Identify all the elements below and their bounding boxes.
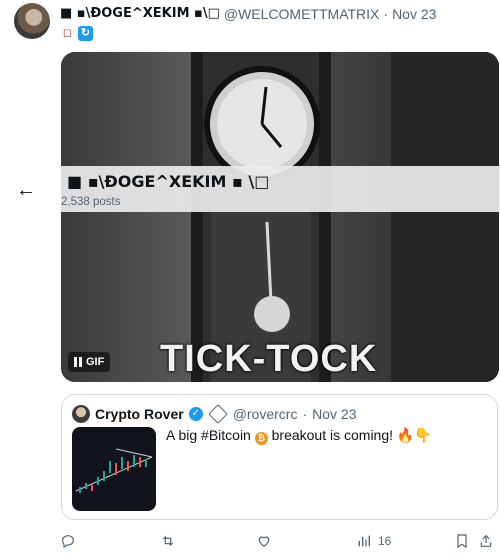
repost-icon[interactable] (160, 533, 176, 549)
gif-media[interactable] (61, 52, 499, 382)
quoted-handle[interactable]: @rovercrc (233, 406, 298, 422)
gif-label: GIF (86, 356, 105, 368)
bookmark-button[interactable] (454, 530, 470, 552)
avatar[interactable] (14, 3, 50, 39)
quoted-display-name[interactable]: Crypto Rover (95, 406, 184, 422)
tweet-date[interactable]: Nov 23 (392, 5, 436, 23)
views-icon[interactable] (356, 533, 372, 549)
display-name[interactable]: ■ ▪\ĐOGE^XEKIM ▪\□ (60, 5, 220, 23)
gif-controls[interactable]: GIF (68, 352, 111, 372)
reply-icon[interactable] (60, 533, 76, 549)
reply-button[interactable] (60, 530, 76, 552)
pause-icon[interactable] (74, 357, 82, 367)
quoted-author-row: Crypto Rover ✓ @rovercrc · Nov 23 (72, 404, 357, 424)
verified-badge-icon: ✓ (188, 407, 203, 421)
views-button[interactable]: 16 (356, 530, 391, 552)
gif-caption: TICK-TOCK (160, 338, 378, 380)
tweet-actions: 16 (60, 530, 500, 552)
profile-sticky-header: ■ ▪\ĐOGE^XEKIM ▪ \□ 2,538 posts (61, 166, 500, 212)
post-count: 2,538 posts (61, 196, 121, 208)
like-icon[interactable] (256, 533, 272, 549)
quoted-text-start: A big #Bitcoin (166, 427, 251, 443)
views-count: 16 (378, 534, 392, 548)
separator-dot: · (383, 6, 389, 22)
separator-dot: · (302, 406, 308, 422)
affiliate-badge-icon (207, 404, 228, 424)
repost-button[interactable] (160, 530, 176, 552)
bookmark-icon[interactable] (454, 533, 470, 549)
tweet-header: ■ ▪\ĐOGE^XEKIM ▪\□ @WELCOMETTMATRIX · No… (0, 0, 500, 48)
user-handle[interactable]: @WELCOMETTMATRIX (224, 5, 380, 23)
repost-badge-icon: ↻ (78, 26, 93, 41)
quoted-chart-thumbnail[interactable] (72, 427, 156, 511)
clock-gif-image (61, 52, 499, 382)
tweet-author-row: ■ ▪\ĐOGE^XEKIM ▪\□ @WELCOMETTMATRIX · No… (60, 5, 436, 23)
profile-name: ■ ▪\ĐOGE^XEKIM ▪ \□ (67, 172, 270, 191)
share-button[interactable] (478, 530, 494, 552)
bitcoin-icon: ₿ (254, 432, 268, 445)
back-arrow-icon[interactable]: ← (16, 180, 36, 200)
quoted-tweet-text: A big #Bitcoin ₿ breakout is coming! 🔥👇 (166, 427, 432, 445)
quoted-tweet[interactable]: Crypto Rover ✓ @rovercrc · Nov 23 A big … (61, 394, 498, 520)
like-button[interactable] (256, 530, 272, 552)
profile-badges: ◻ ↻ (60, 26, 93, 41)
quoted-date[interactable]: Nov 23 (312, 406, 356, 422)
candlestick-thumbnail-image (75, 448, 153, 493)
share-icon[interactable] (478, 533, 494, 549)
quoted-text-end: breakout is coming! 🔥👇 (271, 427, 432, 443)
user-emoji-icon: ◻ (62, 27, 73, 39)
quoted-avatar[interactable] (72, 405, 90, 423)
